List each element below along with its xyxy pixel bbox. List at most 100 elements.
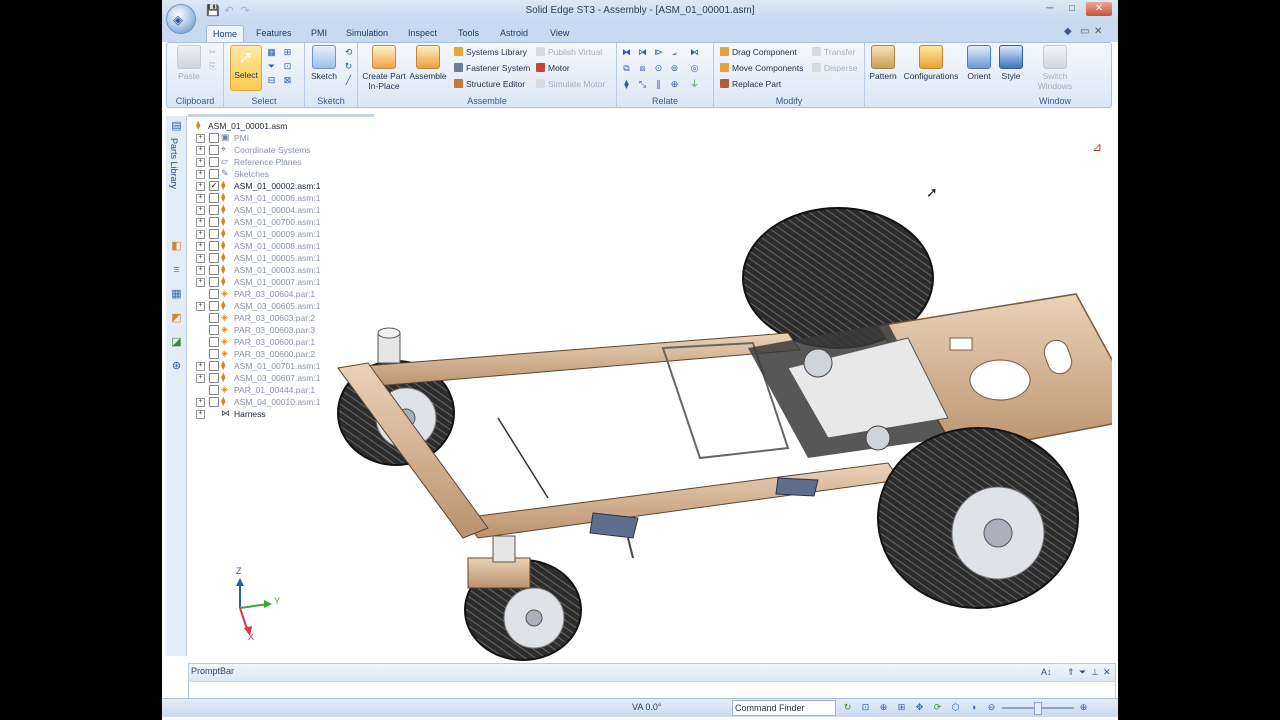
visibility-checkbox[interactable]	[209, 301, 219, 311]
tab-inspect[interactable]: Inspect	[402, 25, 443, 42]
tab-pmi[interactable]: PMI	[305, 25, 333, 42]
expand-icon[interactable]: +	[196, 278, 205, 287]
visibility-checkbox[interactable]	[209, 241, 219, 251]
create-part-in-place-button[interactable]: Create Part In-Place	[362, 45, 406, 91]
relate-align-icon[interactable]: ⧒	[637, 47, 648, 58]
relate-angle-icon[interactable]: ⦟	[669, 47, 680, 58]
visibility-checkbox[interactable]	[209, 349, 219, 359]
copy-icon[interactable]: ⎘	[207, 61, 218, 72]
visibility-checkbox[interactable]	[209, 265, 219, 275]
transfer-button[interactable]: Transfer	[812, 46, 855, 58]
relate-rigid-icon[interactable]: ⊕	[669, 79, 680, 90]
structure-editor-button[interactable]: Structure Editor	[454, 78, 525, 90]
help-icon[interactable]: ◆	[1064, 26, 1072, 37]
zoom-area-icon[interactable]: ⊡	[860, 702, 871, 713]
undo-icon[interactable]: ↶	[222, 4, 236, 18]
disperse-button[interactable]: Disperse	[812, 62, 858, 74]
family-of-parts-icon[interactable]: ◩	[170, 312, 183, 325]
expand-icon[interactable]: +	[196, 362, 205, 371]
visibility-checkbox[interactable]	[209, 205, 219, 215]
tab-simulation[interactable]: Simulation	[340, 25, 394, 42]
expand-icon[interactable]: +	[196, 206, 205, 215]
shading-icon[interactable]: ◑	[968, 702, 979, 713]
expand-icon[interactable]: +	[196, 134, 205, 143]
expand-icon[interactable]: +	[196, 146, 205, 155]
zoom-slider-plus-icon[interactable]: ⊕	[1078, 702, 1089, 713]
relate-connect-icon[interactable]: ⊙	[653, 63, 664, 74]
pin-icon[interactable]: ⊥	[1091, 667, 1099, 678]
restore-doc-icon[interactable]: ▭	[1080, 26, 1089, 37]
properties-icon[interactable]: ⊛	[170, 360, 183, 373]
redo-icon[interactable]: ↷	[238, 4, 252, 18]
visibility-checkbox[interactable]	[209, 169, 219, 179]
visibility-checkbox[interactable]	[209, 385, 219, 395]
expand-icon[interactable]: +	[196, 374, 205, 383]
visibility-checkbox[interactable]	[209, 397, 219, 407]
move-components-button[interactable]: Move Components	[720, 62, 803, 74]
pattern-button[interactable]: Pattern	[867, 45, 899, 81]
expand-icon[interactable]: +	[196, 398, 205, 407]
select-button[interactable]: ➚ Select	[230, 45, 262, 91]
switch-windows-button[interactable]: Switch Windows	[1033, 45, 1077, 91]
systems-library-button[interactable]: Systems Library	[454, 46, 527, 58]
relate-axial-icon[interactable]: ⧉	[621, 63, 632, 74]
parts-library-tab[interactable]: Parts Library	[169, 138, 179, 189]
relate-cam-icon[interactable]: ◎	[689, 63, 700, 74]
pathfinder-splitter[interactable]	[188, 114, 374, 118]
drag-component-button[interactable]: Drag Component	[720, 46, 797, 58]
select-tool-5-icon[interactable]: ⊠	[282, 75, 293, 86]
visibility-checkbox[interactable]	[209, 217, 219, 227]
tab-tools[interactable]: Tools	[452, 25, 485, 42]
grid-icon[interactable]: ▦	[170, 288, 183, 301]
visibility-checkbox[interactable]	[209, 361, 219, 371]
relate-mate-icon[interactable]: ⧓	[621, 47, 632, 58]
visibility-checkbox[interactable]	[209, 289, 219, 299]
zoom-slider-thumb[interactable]	[1034, 702, 1042, 715]
expand-icon[interactable]: +	[196, 194, 205, 203]
expand-icon[interactable]: +	[196, 182, 205, 191]
close-doc-icon[interactable]: ✕	[1094, 26, 1102, 37]
minimize-button[interactable]: ─	[1040, 2, 1060, 16]
expand-icon[interactable]: +	[196, 158, 205, 167]
relate-parallel-icon[interactable]: ∥	[653, 79, 664, 90]
sensors-icon[interactable]: ◪	[170, 336, 183, 349]
visibility-checkbox[interactable]	[209, 337, 219, 347]
filter-icon[interactable]: ⏷	[266, 61, 277, 72]
visibility-checkbox[interactable]	[209, 373, 219, 383]
zoom-slider-minus-icon[interactable]: ⊖	[986, 702, 997, 713]
sketch-tool-3-icon[interactable]: ╱	[343, 75, 354, 86]
publish-virtual-button[interactable]: Publish Virtual	[536, 46, 602, 58]
tab-home[interactable]: Home	[206, 25, 245, 43]
paste-button[interactable]: Paste	[175, 45, 203, 81]
fit-icon[interactable]: ⊞	[896, 702, 907, 713]
maximize-button[interactable]: □	[1062, 2, 1082, 16]
motor-button[interactable]: Motor	[536, 62, 570, 74]
visibility-checkbox[interactable]	[209, 157, 219, 167]
visibility-checkbox[interactable]	[209, 145, 219, 155]
expand-icon[interactable]: +	[196, 170, 205, 179]
command-finder-input[interactable]: Command Finder	[732, 700, 836, 716]
select-tool-3-icon[interactable]: ⊡	[282, 61, 293, 72]
tab-view[interactable]: View	[544, 25, 575, 42]
expand-icon[interactable]: +	[196, 218, 205, 227]
relate-flip-icon[interactable]: ⧑	[689, 47, 700, 58]
tab-astroid[interactable]: Astroid	[494, 25, 534, 42]
relate-planar-icon[interactable]: ⧈	[637, 63, 648, 74]
application-button[interactable]: ◈	[166, 4, 196, 34]
close-button[interactable]: ✕	[1086, 2, 1112, 16]
select-tool-2-icon[interactable]: ⊞	[282, 47, 293, 58]
visibility-checkbox[interactable]	[209, 253, 219, 263]
select-tool-1-icon[interactable]: ▦	[266, 47, 277, 58]
visibility-checkbox[interactable]	[209, 313, 219, 323]
fastener-system-button[interactable]: Fastener System	[454, 62, 530, 74]
sketch-tool-1-icon[interactable]: ⟲	[343, 47, 354, 58]
feature-library-icon[interactable]: ≡	[170, 264, 183, 277]
orient-button[interactable]: Orient	[963, 45, 995, 81]
expand-icon[interactable]: +	[196, 302, 205, 311]
configurations-button[interactable]: Configurations	[899, 45, 963, 81]
3d-viewport[interactable]: Z Y X ➚ ⊿	[188, 118, 1112, 662]
view-cube-icon[interactable]: ⬡	[950, 702, 961, 713]
relate-gear-icon[interactable]: ⧫	[621, 79, 632, 90]
pan-icon[interactable]: ✥	[914, 702, 925, 713]
prompt-close-icon[interactable]: ✕	[1103, 667, 1111, 678]
